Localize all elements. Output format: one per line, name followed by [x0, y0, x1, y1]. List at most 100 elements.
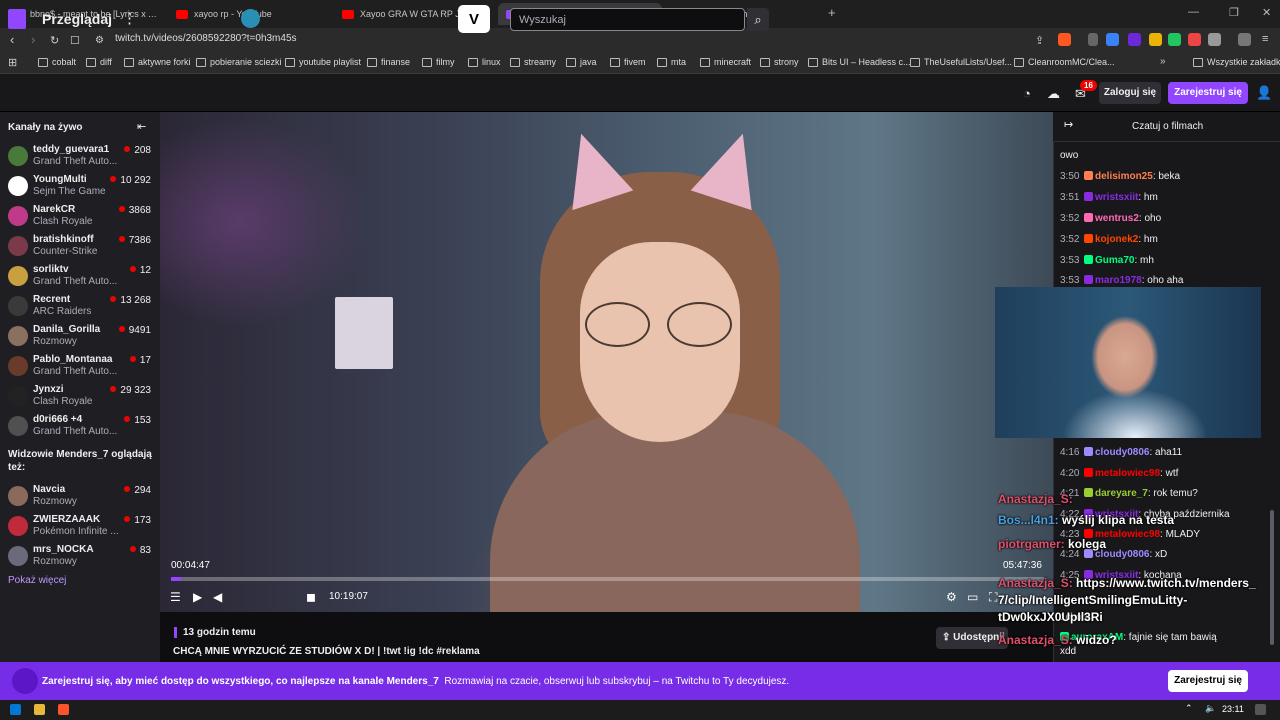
chat-username[interactable]: wristsxiit: [1095, 192, 1138, 203]
search-button[interactable]: ⌕: [747, 8, 769, 31]
close-window-icon[interactable]: ✕: [1262, 6, 1271, 19]
bookmark-item[interactable]: aktywne forki: [124, 57, 191, 67]
badge-icon: [1084, 488, 1093, 497]
twitch-logo-icon[interactable]: [8, 9, 26, 29]
browse-link[interactable]: Przeglądaj: [42, 11, 112, 27]
reload-icon[interactable]: ↻: [50, 34, 59, 47]
extension-icon[interactable]: [1128, 33, 1141, 46]
start-icon[interactable]: [10, 704, 21, 715]
minimize-icon[interactable]: —: [1188, 6, 1199, 18]
chat-username[interactable]: cloudy0806: [1095, 447, 1149, 458]
sidebar-channel[interactable]: Jynxzi Clash Royale 29 323: [0, 382, 160, 412]
tray-chevron-icon[interactable]: ⌃: [1185, 703, 1196, 714]
chat-scrollbar[interactable]: [1270, 510, 1274, 645]
chat-username[interactable]: delisimon25: [1095, 171, 1153, 182]
sidebar-channel[interactable]: sorliktv Grand Theft Auto... 12: [0, 262, 160, 292]
speaker-icon[interactable]: 🔈: [1205, 703, 1216, 714]
duration: 10:19:07: [329, 591, 368, 602]
user-icon[interactable]: 👤: [1256, 85, 1272, 101]
chat-username[interactable]: dareyare_7: [1095, 488, 1148, 499]
share-icon[interactable]: ⇪: [1035, 34, 1044, 47]
play-icon[interactable]: ▶: [193, 590, 202, 604]
brave-browser-icon[interactable]: [58, 704, 69, 715]
bookmark-item[interactable]: java: [566, 57, 597, 67]
site-info-icon[interactable]: ⚙: [95, 35, 104, 46]
chapters-icon[interactable]: ☰: [170, 590, 181, 604]
sidebar-channel[interactable]: NarekCR Clash Royale 3868: [0, 202, 160, 232]
extension-icon[interactable]: [1168, 33, 1181, 46]
bookmark-item[interactable]: Bits UI – Headless c...: [808, 57, 911, 67]
chat-username[interactable]: Guma70: [1095, 255, 1134, 266]
viewer-count: 17: [130, 355, 151, 366]
back-icon[interactable]: ‹: [10, 32, 14, 47]
media-icon[interactable]: [1238, 33, 1251, 46]
chat-username[interactable]: maro1978: [1095, 275, 1142, 286]
promo-signup-button[interactable]: Zarejestruj się: [1168, 670, 1248, 692]
signup-button[interactable]: Zarejestruj się: [1168, 82, 1248, 104]
bookmark-item[interactable]: finanse: [367, 57, 410, 67]
all-bookmarks[interactable]: Wszystkie zakładki: [1193, 57, 1280, 67]
sidebar-channel[interactable]: bratishkinoff Counter-Strike 7386: [0, 232, 160, 262]
more-bookmarks-icon[interactable]: »: [1160, 56, 1166, 67]
sidebar-channel[interactable]: Recrent ARC Raiders 13 268: [0, 292, 160, 322]
cloud-icon[interactable]: ☁: [1047, 86, 1060, 102]
new-tab-button[interactable]: +: [828, 5, 836, 20]
overlay-chat-line: Anastazja_S: widzo?: [998, 633, 1117, 647]
mute-icon[interactable]: ◼: [306, 590, 316, 604]
search-input[interactable]: [510, 8, 745, 31]
pause-icon[interactable]: [1088, 33, 1098, 46]
sidebar-channel[interactable]: Pablo_Montanaa Grand Theft Auto... 17: [0, 352, 160, 382]
bookmark-item[interactable]: linux: [468, 57, 501, 67]
bookmark-item[interactable]: pobieranie sciezki: [196, 57, 282, 67]
chat-username[interactable]: kojonek2: [1095, 234, 1138, 245]
more-options-icon[interactable]: ⋮: [122, 9, 137, 27]
bookmark-item[interactable]: fivem: [610, 57, 646, 67]
volume-icon[interactable]: ◀: [213, 590, 222, 604]
sidebar-channel[interactable]: YoungMulti Sejm The Game 10 292: [0, 172, 160, 202]
chat-username[interactable]: wentrus2: [1095, 213, 1139, 224]
bookmark-item[interactable]: diff: [86, 57, 112, 67]
show-more-link[interactable]: Pokaż więcej: [8, 575, 66, 586]
menu-icon[interactable]: ≡: [1262, 33, 1268, 45]
crown-icon[interactable]: ◔: [1023, 86, 1031, 101]
chat-username[interactable]: metalowiec98: [1095, 468, 1160, 479]
bookmark-item[interactable]: streamy: [510, 57, 556, 67]
bookmark-icon[interactable]: ☐: [70, 34, 80, 47]
collapse-chat-icon[interactable]: ↦: [1064, 118, 1073, 131]
video-player[interactable]: [160, 112, 1053, 612]
sidebar-channel[interactable]: ZWIERZAAAK Pokémon Infinite ... 173: [0, 512, 160, 542]
theater-mode-icon[interactable]: ▭: [967, 590, 978, 604]
channel-name: Danila_Gorilla: [33, 324, 101, 335]
brave-shield-icon[interactable]: [1058, 33, 1071, 46]
file-explorer-icon[interactable]: [34, 704, 45, 715]
prime-globe-icon[interactable]: [241, 9, 260, 28]
bookmark-item[interactable]: TheUsefulLists/Usef...: [910, 57, 1012, 67]
extension-icon[interactable]: [1106, 33, 1119, 46]
notification-center-icon[interactable]: [1255, 704, 1266, 715]
maximize-icon[interactable]: ❐: [1229, 6, 1239, 19]
bookmark-item[interactable]: youtube playlist: [285, 57, 361, 67]
url-field[interactable]: twitch.tv/videos/2608592280?t=0h3m45s: [115, 33, 297, 44]
sidebar-channel[interactable]: d0ri666 +4 Grand Theft Auto... 153: [0, 412, 160, 442]
bookmark-item[interactable]: strony: [760, 57, 799, 67]
vod-logo-icon[interactable]: V: [458, 5, 490, 33]
fullscreen-icon[interactable]: ⛶: [989, 590, 997, 605]
login-button[interactable]: Zaloguj się: [1099, 82, 1161, 104]
bookmark-item[interactable]: CleanroomMC/Clea...: [1014, 57, 1115, 67]
collapse-sidebar-icon[interactable]: ⇤: [137, 120, 146, 133]
bookmark-item[interactable]: mta: [657, 57, 686, 67]
sidebar-channel[interactable]: mrs_NOCKA Rozmowy 83: [0, 542, 160, 572]
sidebar-channel[interactable]: teddy_guevara1 Grand Theft Auto... 208: [0, 142, 160, 172]
seek-bar[interactable]: [171, 577, 1044, 581]
extensions-puzzle-icon[interactable]: [1208, 33, 1221, 46]
extension-icon[interactable]: [1188, 33, 1201, 46]
bookmark-item[interactable]: cobalt: [38, 57, 76, 67]
sidebar-channel[interactable]: Danila_Gorilla Rozmowy 9491: [0, 322, 160, 352]
bookmark-item[interactable]: filmy: [422, 57, 455, 67]
apps-grid-icon[interactable]: ⊞: [8, 56, 17, 69]
settings-icon[interactable]: ⚙: [946, 590, 957, 604]
extension-icon[interactable]: [1149, 33, 1162, 46]
bookmark-item[interactable]: minecraft: [700, 57, 751, 67]
forward-icon[interactable]: ›: [31, 32, 35, 47]
sidebar-channel[interactable]: Navcia Rozmowy 294: [0, 482, 160, 512]
